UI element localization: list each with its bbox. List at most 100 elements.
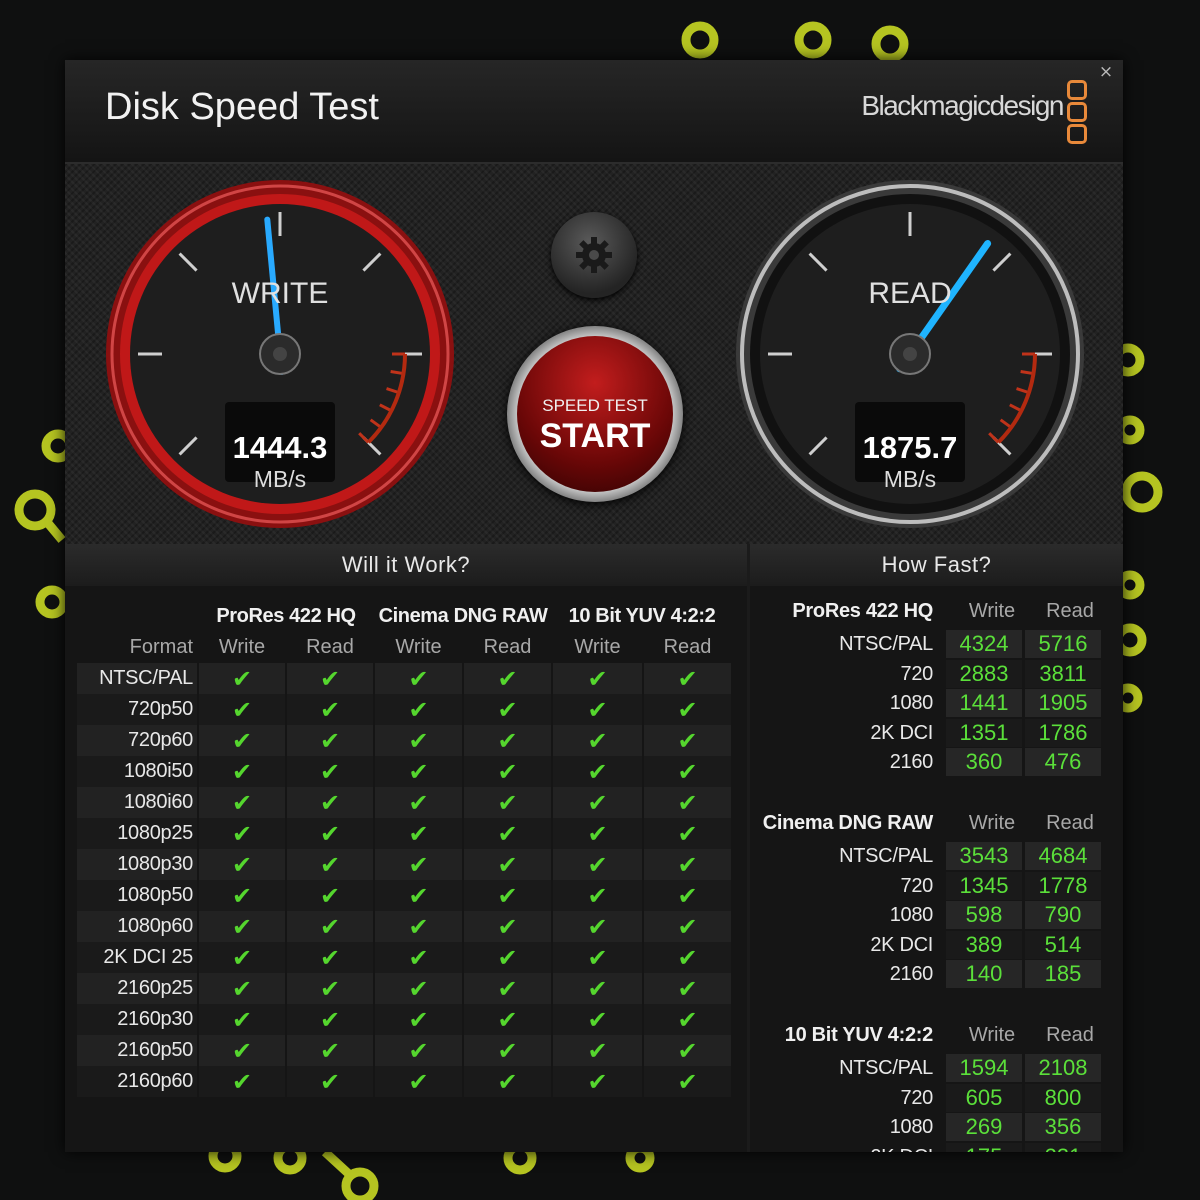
table-row: 720p60 ✔ ✔ ✔ ✔ ✔ ✔ [77, 725, 731, 756]
check-icon: ✔ [464, 1035, 551, 1066]
table-row: 2160p60 ✔ ✔ ✔ ✔ ✔ ✔ [77, 1066, 731, 1097]
table-row: NTSC/PAL ✔ ✔ ✔ ✔ ✔ ✔ [77, 663, 731, 694]
speed-group: ProRes 422 HQ Write Read NTSC/PAL 4324 5716 72… [750, 600, 1123, 778]
speed-group-header: Cinema DNG RAW Write Read [750, 812, 1123, 842]
write-fps-value: 1594 [946, 1054, 1022, 1082]
gauge-area: WRITE 1444.3 MB/s SPEED TEST START READ … [65, 164, 1123, 544]
how-fast-title: How Fast? [750, 544, 1123, 586]
gear-icon [576, 237, 612, 273]
format-label: NTSC/PAL [839, 633, 933, 655]
write-header: Write [574, 636, 621, 658]
check-icon: ✔ [375, 756, 462, 787]
check-icon: ✔ [644, 756, 731, 787]
check-icon: ✔ [199, 694, 285, 725]
table-row: 2160p25 ✔ ✔ ✔ ✔ ✔ ✔ [77, 973, 731, 1004]
check-icon: ✔ [644, 818, 731, 849]
table-row: 2160p50 ✔ ✔ ✔ ✔ ✔ ✔ [77, 1035, 731, 1066]
check-icon: ✔ [464, 880, 551, 911]
app-title: Disk Speed Test [105, 86, 379, 128]
format-label: 1080p25 [77, 818, 197, 849]
check-icon: ✔ [287, 756, 373, 787]
start-button-face: SPEED TEST START [517, 336, 673, 492]
write-fps-value: 1351 [946, 718, 1022, 747]
write-fps-value: 598 [946, 901, 1022, 930]
check-icon: ✔ [644, 694, 731, 725]
format-label: 720 [900, 1086, 934, 1109]
check-icon: ✔ [199, 942, 285, 973]
write-speed-unit: MB/s [253, 466, 307, 492]
format-label: 1080 [889, 1116, 934, 1139]
write-header: Write [395, 636, 442, 658]
write-header: Write [218, 636, 266, 658]
format-label: 2K DCI [870, 933, 933, 956]
check-icon: ✔ [464, 818, 551, 849]
format-label: 1080 [889, 692, 934, 715]
check-icon: ✔ [287, 973, 373, 1004]
corner-cell [77, 600, 197, 632]
check-icon: ✔ [464, 756, 551, 787]
write-fps-value: 360 [946, 748, 1022, 777]
check-icon: ✔ [287, 818, 373, 849]
check-icon: ✔ [375, 911, 462, 942]
format-label: 2K DCI [870, 721, 933, 744]
check-icon: ✔ [553, 911, 642, 942]
write-fps-value: 269 [946, 1113, 1022, 1142]
speed-row: 2160 360 476 [750, 748, 1123, 778]
how-fast-panel: How Fast? ProRes 422 HQ Write Read NTSC/PAL… [750, 544, 1123, 1152]
check-icon: ✔ [199, 787, 285, 818]
write-fps-value: 175 [946, 1142, 1022, 1152]
check-icon: ✔ [644, 849, 731, 880]
will-it-work-panel: Will it Work? ProRes 422 HQ Cinema DNG R… [65, 544, 747, 1152]
check-icon: ✔ [464, 911, 551, 942]
start-button[interactable]: SPEED TEST START [507, 326, 683, 502]
check-icon: ✔ [375, 818, 462, 849]
check-icon: ✔ [375, 849, 462, 880]
speed-group-header: ProRes 422 HQ Write Read [750, 600, 1123, 630]
results-area: Will it Work? ProRes 422 HQ Cinema DNG R… [65, 544, 1123, 1152]
check-icon: ✔ [287, 911, 373, 942]
check-icon: ✔ [199, 756, 285, 787]
app-window: Disk Speed Test Blackmagicdesign × WRITE… [65, 60, 1123, 1152]
check-icon: ✔ [375, 880, 462, 911]
check-icon: ✔ [464, 1066, 551, 1097]
write-gauge-label: WRITE [231, 277, 329, 310]
check-icon: ✔ [464, 1004, 551, 1035]
read-fps-value: 185 [1025, 960, 1101, 989]
read-speed-unit: MB/s [883, 466, 937, 492]
check-icon: ✔ [644, 787, 731, 818]
table-row: 1080i50 ✔ ✔ ✔ ✔ ✔ ✔ [77, 756, 731, 787]
speed-row: 720 605 800 [750, 1083, 1123, 1114]
format-label: NTSC/PAL [77, 663, 197, 694]
read-fps-value: 1905 [1025, 689, 1101, 718]
check-icon: ✔ [553, 880, 642, 911]
check-icon: ✔ [375, 787, 462, 818]
check-icon: ✔ [375, 1066, 462, 1097]
format-label: 1080 [889, 904, 934, 927]
read-fps-value: 2108 [1025, 1054, 1101, 1082]
table-row: 1080p60 ✔ ✔ ✔ ✔ ✔ ✔ [77, 911, 731, 942]
speed-row: 1080 269 356 [750, 1113, 1123, 1143]
check-icon: ✔ [644, 880, 731, 911]
format-label: 720 [900, 662, 934, 685]
format-label: 2K DCI [870, 1146, 933, 1152]
close-button[interactable]: × [1097, 63, 1115, 81]
speed-row: NTSC/PAL 4324 5716 [750, 630, 1123, 660]
write-header: Write [968, 812, 1016, 834]
write-speed-value: 1444.3 [232, 430, 328, 465]
codec-title: ProRes 422 HQ [792, 600, 933, 622]
read-header: Read [1046, 812, 1094, 834]
check-icon: ✔ [553, 973, 642, 1004]
read-speed-value: 1875.7 [862, 430, 958, 465]
check-icon: ✔ [553, 1035, 642, 1066]
write-gauge: WRITE 1444.3 MB/s [100, 174, 460, 534]
read-gauge: READ 1875.7 MB/s [730, 174, 1090, 534]
format-label: 2160p30 [77, 1004, 197, 1035]
check-icon: ✔ [464, 694, 551, 725]
format-label: 2160p25 [77, 973, 197, 1004]
read-fps-value: 5716 [1025, 630, 1101, 658]
speed-row: 2K DCI 1351 1786 [750, 718, 1123, 749]
settings-button[interactable] [551, 212, 637, 298]
read-fps-value: 476 [1025, 748, 1101, 777]
check-icon: ✔ [287, 663, 373, 694]
check-icon: ✔ [644, 1066, 731, 1097]
